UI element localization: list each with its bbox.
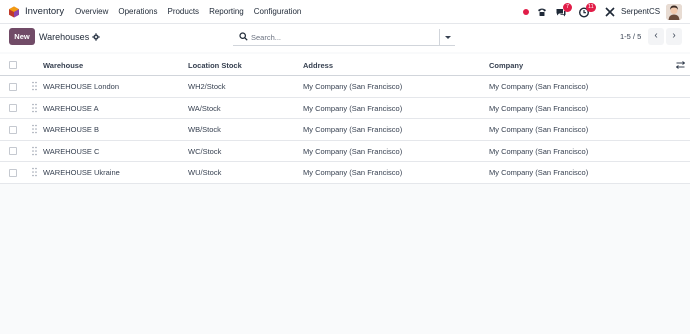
pager-next-button[interactable]: › (666, 28, 682, 45)
tools-icon[interactable] (604, 6, 616, 18)
messages-badge: 7 (563, 3, 572, 12)
gear-icon[interactable] (92, 33, 100, 41)
search-icon[interactable] (239, 32, 248, 41)
cell-company: My Company (San Francisco) (489, 146, 589, 156)
cell-location-stock: WC/Stock (188, 146, 222, 156)
search-bar (233, 28, 455, 46)
drag-handle-icon[interactable] (32, 81, 37, 91)
control-panel: New Warehouses 1-5 / 5 ‹ › (0, 24, 690, 52)
cell-address: My Company (San Francisco) (303, 168, 403, 177)
cell-location-stock: WU/Stock (188, 168, 222, 177)
cell-warehouse: WAREHOUSE Ukraine (43, 168, 120, 177)
drag-handle-icon[interactable] (32, 146, 37, 156)
select-all-checkbox[interactable] (9, 61, 17, 69)
avatar-image (666, 4, 682, 20)
top-navbar: Inventory Overview Operations Products R… (0, 0, 690, 24)
drag-handle-icon[interactable] (32, 103, 37, 113)
row-checkbox[interactable] (9, 82, 17, 91)
cell-address: My Company (San Francisco) (303, 146, 403, 156)
cell-company: My Company (San Francisco) (489, 103, 589, 113)
table-row[interactable]: WAREHOUSE London WH2/Stock My Company (S… (0, 76, 690, 98)
caret-down-icon[interactable] (439, 29, 454, 45)
cell-company: My Company (San Francisco) (489, 125, 589, 134)
menu-products[interactable]: Products (167, 7, 199, 16)
row-checkbox[interactable] (9, 104, 17, 112)
column-address[interactable]: Address (303, 61, 333, 70)
cell-location-stock: WB/Stock (188, 125, 221, 134)
breadcrumb: Warehouses (39, 32, 90, 42)
table-row[interactable]: WAREHOUSE C WC/Stock My Company (San Fra… (0, 140, 690, 162)
cell-address: My Company (San Francisco) (303, 103, 403, 113)
column-warehouse[interactable]: Warehouse (43, 61, 83, 70)
cell-address: My Company (San Francisco) (303, 82, 403, 91)
cell-warehouse: WAREHOUSE London (43, 82, 120, 91)
cell-address: My Company (San Francisco) (303, 125, 403, 134)
menu-overview[interactable]: Overview (75, 7, 108, 16)
table-row[interactable]: WAREHOUSE B WB/Stock My Company (San Fra… (0, 119, 690, 141)
cell-warehouse: WAREHOUSE C (43, 146, 100, 156)
column-company[interactable]: Company (489, 61, 523, 70)
row-checkbox[interactable] (9, 147, 17, 155)
search-input[interactable] (251, 31, 436, 43)
menu-operations[interactable]: Operations (118, 7, 157, 16)
cell-location-stock: WH2/Stock (188, 82, 226, 91)
menu-reporting[interactable]: Reporting (209, 7, 244, 16)
user-avatar[interactable] (666, 4, 682, 20)
table-row[interactable]: WAREHOUSE Ukraine WU/Stock My Company (S… (0, 162, 690, 184)
cell-warehouse: WAREHOUSE B (43, 125, 99, 134)
menu-configuration[interactable]: Configuration (254, 7, 302, 16)
pager-previous-button[interactable]: ‹ (648, 28, 664, 45)
inventory-logo-icon[interactable] (8, 6, 20, 18)
phone-icon[interactable] (536, 6, 548, 18)
cell-warehouse: WAREHOUSE A (43, 103, 99, 113)
new-button[interactable]: New (9, 28, 35, 45)
pager-value[interactable]: 1-5 / 5 (620, 32, 641, 41)
app-name[interactable]: Inventory (25, 6, 64, 17)
cell-location-stock: WA/Stock (188, 103, 221, 113)
column-location-stock[interactable]: Location Stock (188, 61, 242, 70)
main-menu: Overview Operations Products Reporting C… (75, 7, 311, 16)
drag-handle-icon[interactable] (32, 167, 37, 177)
optional-columns-icon[interactable] (676, 61, 685, 69)
company-switcher[interactable]: SerpentCS (621, 7, 660, 16)
status-dot[interactable] (523, 9, 529, 15)
table-row[interactable]: WAREHOUSE A WA/Stock My Company (San Fra… (0, 97, 690, 119)
cell-company: My Company (San Francisco) (489, 82, 589, 91)
table-header: Warehouse Location Stock Address Company (0, 54, 690, 76)
drag-handle-icon[interactable] (32, 124, 37, 134)
row-checkbox[interactable] (9, 125, 17, 134)
cell-company: My Company (San Francisco) (489, 168, 589, 177)
warehouse-list: Warehouse Location Stock Address Company… (0, 54, 690, 184)
activity-badge: 11 (586, 3, 596, 12)
row-checkbox[interactable] (9, 168, 17, 177)
